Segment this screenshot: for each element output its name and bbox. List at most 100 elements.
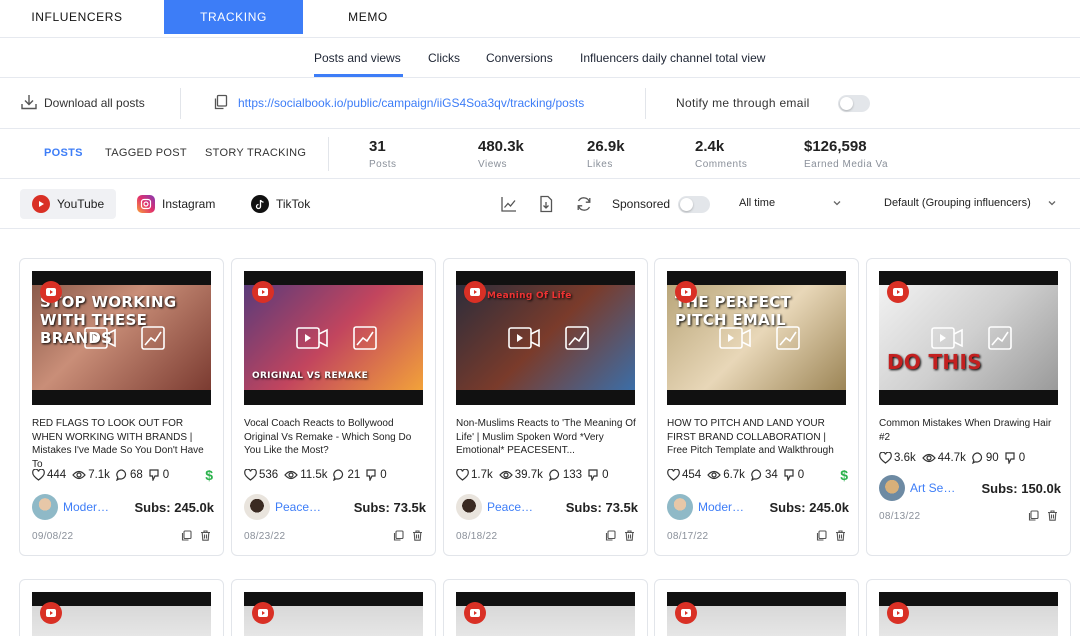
tab-memo[interactable]: MEMO xyxy=(303,0,433,34)
post-title[interactable]: HOW TO PITCH AND LAND YOUR FIRST BRAND C… xyxy=(667,417,849,458)
post-title[interactable]: Common Mistakes When Drawing Hair #2 xyxy=(879,417,1061,444)
platform-tiktok-button[interactable]: TikTok xyxy=(251,189,310,219)
influencer-name[interactable]: Peacese... xyxy=(487,500,537,514)
copy-icon[interactable] xyxy=(181,530,192,541)
video-thumbnail[interactable] xyxy=(32,592,211,636)
share-link-row: Download all posts https://socialbook.io… xyxy=(0,78,1080,129)
post-card[interactable] xyxy=(866,579,1071,636)
tab-tagged-post[interactable]: TAGGED POST xyxy=(105,147,187,159)
heart-icon xyxy=(32,469,45,481)
chevron-down-icon[interactable] xyxy=(832,198,842,208)
post-title[interactable]: Non-Muslims Reacts to 'The Meaning Of Li… xyxy=(456,417,638,458)
video-thumbnail[interactable] xyxy=(456,592,635,636)
stat-posts: 31 Posts xyxy=(369,138,397,170)
post-card[interactable]: The Meaning Of Life Non-Muslims Reacts t… xyxy=(443,258,648,556)
comments-count: 90 xyxy=(985,452,999,464)
subtab-influencers-daily-view[interactable]: Influencers daily channel total view xyxy=(580,51,765,65)
avatar[interactable] xyxy=(667,494,693,520)
campaign-share-link[interactable]: https://socialbook.io/public/campaign/ii… xyxy=(238,96,584,110)
trash-icon[interactable] xyxy=(1047,510,1058,521)
dislikes-metric: 0 xyxy=(588,469,608,481)
post-title[interactable]: RED FLAGS TO LOOK OUT FOR WHEN WORKING W… xyxy=(32,417,214,471)
active-subtab-underline xyxy=(314,74,403,77)
grouping-select[interactable]: Default (Grouping influencers) xyxy=(884,197,1031,209)
video-thumbnail[interactable]: DO THIS xyxy=(879,271,1058,405)
avatar[interactable] xyxy=(456,494,482,520)
comments-metric: 21 xyxy=(333,469,360,481)
views-metric: 6.7k xyxy=(707,469,745,481)
notify-email-toggle[interactable] xyxy=(838,95,870,112)
post-card[interactable] xyxy=(19,579,224,636)
video-thumbnail[interactable]: ORIGINAL VS REMAKE xyxy=(244,271,423,405)
video-thumbnail[interactable]: STOP WORKING WITH THESE BRANDS xyxy=(32,271,211,405)
comment-icon xyxy=(548,469,559,481)
video-thumbnail[interactable] xyxy=(244,592,423,636)
download-icon[interactable] xyxy=(20,93,38,111)
sponsored-toggle[interactable] xyxy=(678,196,710,213)
post-card[interactable]: DO THIS Common Mistakes When Drawing Hai… xyxy=(866,258,1071,556)
platform-instagram-button[interactable]: Instagram xyxy=(137,189,215,219)
trash-icon[interactable] xyxy=(835,530,846,541)
copy-icon[interactable] xyxy=(1028,510,1039,521)
copy-icon[interactable] xyxy=(816,530,827,541)
time-range-select[interactable]: All time xyxy=(739,197,775,209)
influencer-name[interactable]: Modern... xyxy=(698,500,748,514)
likes-count: 536 xyxy=(259,469,279,481)
stat-emv-label: Earned Media Va xyxy=(804,159,889,170)
youtube-icon xyxy=(675,281,697,303)
influencer-name[interactable]: Peacese... xyxy=(275,500,325,514)
post-card[interactable] xyxy=(231,579,436,636)
copy-icon[interactable] xyxy=(393,530,404,541)
download-all-posts-button[interactable]: Download all posts xyxy=(44,96,145,110)
post-card[interactable]: STOP WORKING WITH THESE BRANDS RED FLAGS… xyxy=(19,258,224,556)
stat-likes-value: 26.9k xyxy=(587,138,625,155)
dislikes-metric: 0 xyxy=(366,469,387,481)
post-card[interactable]: ORIGINAL VS REMAKE Vocal Coach Reacts to… xyxy=(231,258,436,556)
influencer-name[interactable]: Art Senp... xyxy=(910,481,960,495)
post-title[interactable]: Vocal Coach Reacts to Bollywood Original… xyxy=(244,417,426,458)
subtab-posts-and-views[interactable]: Posts and views xyxy=(314,51,401,65)
eye-icon xyxy=(72,470,86,480)
video-thumbnail[interactable] xyxy=(667,592,846,636)
influencer-row: Peacese... Subs: 73.5k xyxy=(456,494,638,520)
avatar[interactable] xyxy=(244,494,270,520)
youtube-icon xyxy=(887,281,909,303)
tab-story-tracking[interactable]: STORY TRACKING xyxy=(205,147,306,159)
trash-icon[interactable] xyxy=(624,530,635,541)
sponsored-dollar-icon: $ xyxy=(205,467,213,483)
export-file-icon[interactable] xyxy=(537,195,555,213)
video-thumbnail[interactable] xyxy=(879,592,1058,636)
youtube-icon xyxy=(40,281,62,303)
line-chart-icon[interactable] xyxy=(500,195,518,213)
tab-influencers[interactable]: INFLUENCERS xyxy=(0,0,154,34)
chevron-down-icon[interactable] xyxy=(1047,198,1057,208)
post-card[interactable] xyxy=(654,579,859,636)
avatar[interactable] xyxy=(879,475,905,501)
copy-icon[interactable] xyxy=(605,530,616,541)
tab-posts[interactable]: POSTS xyxy=(44,147,83,159)
card-actions xyxy=(605,530,635,541)
comment-icon xyxy=(333,469,344,481)
video-thumbnail[interactable]: The Meaning Of Life xyxy=(456,271,635,405)
post-card[interactable] xyxy=(443,579,648,636)
refresh-icon[interactable] xyxy=(575,195,593,213)
video-thumbnail[interactable]: THE PERFECT PITCH EMAIL xyxy=(667,271,846,405)
copy-icon[interactable] xyxy=(213,94,229,110)
trash-icon[interactable] xyxy=(200,530,211,541)
trash-icon[interactable] xyxy=(412,530,423,541)
avatar[interactable] xyxy=(32,494,58,520)
post-card[interactable]: THE PERFECT PITCH EMAIL HOW TO PITCH AND… xyxy=(654,258,859,556)
divider xyxy=(180,88,181,119)
heart-icon xyxy=(456,469,469,481)
dislikes-count: 0 xyxy=(1018,452,1026,464)
stats-row: POSTS TAGGED POST STORY TRACKING 31 Post… xyxy=(0,129,1080,179)
subtab-conversions[interactable]: Conversions xyxy=(486,51,553,65)
subtab-clicks[interactable]: Clicks xyxy=(428,51,460,65)
tab-tracking[interactable]: TRACKING xyxy=(164,0,303,34)
dislikes-metric: 0 xyxy=(149,469,169,481)
influencer-name[interactable]: Modern... xyxy=(63,500,113,514)
youtube-icon xyxy=(252,281,274,303)
stat-views-value: 480.3k xyxy=(478,138,524,155)
platform-youtube-button[interactable]: YouTube xyxy=(20,189,117,219)
youtube-icon xyxy=(464,602,486,624)
